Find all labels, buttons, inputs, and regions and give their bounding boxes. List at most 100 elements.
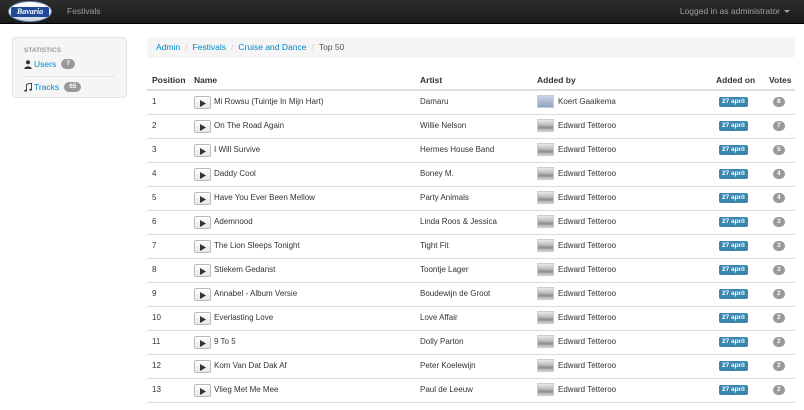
play-icon	[200, 147, 206, 155]
votes-badge: 4	[773, 169, 785, 179]
user-avatar	[537, 119, 554, 132]
added-by-user: Koert Gaaikema	[558, 97, 616, 106]
play-icon	[200, 315, 206, 323]
track-artist: Boney M.	[420, 169, 454, 178]
added-by-user: Edward Tetteroo	[558, 361, 617, 370]
play-button[interactable]	[194, 216, 211, 229]
user-menu[interactable]: Logged in as administrator	[680, 0, 790, 22]
sidebar-item-tracks[interactable]: Tracks 65	[24, 81, 82, 93]
track-artist: Tight Fit	[420, 241, 449, 250]
play-button[interactable]	[194, 168, 211, 181]
row-position: 11	[152, 337, 161, 346]
sidebar-item-label: Users	[34, 59, 57, 69]
added-on-label: 27 april	[719, 97, 748, 107]
table-row: 3 I Will Survive Hermes House Band Edward T…	[147, 139, 795, 163]
breadcrumb-cruise-and-dance[interactable]: Cruise and Dance	[238, 42, 306, 52]
play-button[interactable]	[194, 192, 211, 205]
play-button[interactable]	[194, 144, 211, 157]
added-by-user: Edward Tetteroo	[558, 145, 617, 154]
table-row: 12 Kom Van Dat Dak Af Peter Koelewijn Edwar…	[147, 355, 795, 379]
row-position: 6	[152, 217, 157, 226]
sidebar-item-users[interactable]: Users 7	[24, 58, 75, 70]
play-button[interactable]	[194, 312, 211, 325]
track-artist: Hermes House Band	[420, 145, 495, 154]
user-icon	[24, 59, 32, 69]
table-row: 2 On The Road Again Willie Nelson Edward Te…	[147, 115, 795, 139]
added-on-label: 27 april	[719, 289, 748, 299]
tracks-count-badge: 65	[64, 82, 82, 92]
row-position: 4	[152, 169, 157, 178]
header-added-by[interactable]: Added by	[537, 75, 576, 85]
track-name: Stiekem Gedanst	[214, 265, 276, 274]
play-icon	[200, 363, 206, 371]
track-name: Daddy Cool	[214, 169, 256, 178]
play-icon	[200, 123, 206, 131]
statistics-sidebar: STATISTICS Users 7 Tracks 65	[12, 37, 127, 98]
votes-badge: 5	[773, 145, 785, 155]
added-on-label: 27 april	[719, 145, 748, 155]
row-position: 5	[152, 193, 157, 202]
votes-badge: 2	[773, 289, 785, 299]
play-button[interactable]	[194, 336, 211, 349]
play-icon	[200, 195, 206, 203]
added-on-label: 27 april	[719, 361, 748, 371]
header-name[interactable]: Name	[194, 75, 217, 85]
table-row: 13 Vlieg Met Me Mee Paul de Leeuw Edward Te…	[147, 379, 795, 403]
votes-badge: 2	[773, 313, 785, 323]
play-button[interactable]	[194, 240, 211, 253]
breadcrumb: Admin / Festivals / Cruise and Dance / Top 50	[147, 37, 795, 58]
track-artist: Party Animals	[420, 193, 469, 202]
row-position: 13	[152, 385, 161, 394]
user-avatar	[537, 239, 554, 252]
track-name: The Lion Sleeps Tonight	[214, 241, 300, 250]
sidebar-divider	[24, 76, 115, 77]
track-name: Mi Rowsu (Tuintje In Mijn Hart)	[214, 97, 324, 106]
row-position: 12	[152, 361, 161, 370]
header-position[interactable]: Position	[152, 75, 186, 85]
play-button[interactable]	[194, 384, 211, 397]
row-position: 8	[152, 265, 157, 274]
play-button[interactable]	[194, 288, 211, 301]
play-button[interactable]	[194, 264, 211, 277]
track-name: I Will Survive	[214, 145, 261, 154]
track-name: Vlieg Met Me Mee	[214, 385, 279, 394]
track-artist: Peter Koelewijn	[420, 361, 476, 370]
track-artist: Linda Roos & Jessica	[420, 217, 497, 226]
nav-link-festivals[interactable]: Festivals	[67, 0, 101, 22]
user-avatar	[537, 143, 554, 156]
row-position: 3	[152, 145, 157, 154]
track-artist: Willie Nelson	[420, 121, 467, 130]
track-artist: Boudewijn de Groot	[420, 289, 491, 298]
track-name: Ademnood	[214, 217, 253, 226]
breadcrumb-separator: /	[231, 42, 234, 52]
track-name: Kom Van Dat Dak Af	[214, 361, 287, 370]
votes-badge: 3	[773, 217, 785, 227]
header-artist[interactable]: Artist	[420, 75, 442, 85]
votes-badge: 2	[773, 385, 785, 395]
votes-badge: 2	[773, 337, 785, 347]
user-avatar	[537, 335, 554, 348]
added-on-label: 27 april	[719, 337, 748, 347]
caret-down-icon	[784, 10, 790, 14]
breadcrumb-admin[interactable]: Admin	[156, 42, 180, 52]
header-added-on[interactable]: Added on	[716, 75, 755, 85]
table-row: 11 9 To 5 Dolly Parton Edward Tetteroo 27 ap…	[147, 331, 795, 355]
play-button[interactable]	[194, 120, 211, 133]
added-by-user: Edward Tetteroo	[558, 241, 617, 250]
user-avatar	[537, 95, 554, 108]
track-name: On The Road Again	[214, 121, 285, 130]
breadcrumb-festivals[interactable]: Festivals	[192, 42, 226, 52]
play-button[interactable]	[194, 96, 211, 109]
play-button[interactable]	[194, 360, 211, 373]
row-position: 7	[152, 241, 157, 250]
header-votes[interactable]: Votes	[769, 75, 792, 85]
breadcrumb-separator: /	[311, 42, 314, 52]
added-by-user: Edward Tetteroo	[558, 313, 617, 322]
brand-text: Bavaria	[11, 7, 49, 17]
added-on-label: 27 april	[719, 265, 748, 275]
bavaria-logo[interactable]: Bavaria	[8, 1, 52, 22]
table-row: 8 Stiekem Gedanst Toontje Lager Edward Tett…	[147, 259, 795, 283]
table-row: 9 Annabel - Album Versie Boudewijn de Groo…	[147, 283, 795, 307]
track-artist: Dolly Parton	[420, 337, 464, 346]
track-name: Annabel - Album Versie	[214, 289, 298, 298]
